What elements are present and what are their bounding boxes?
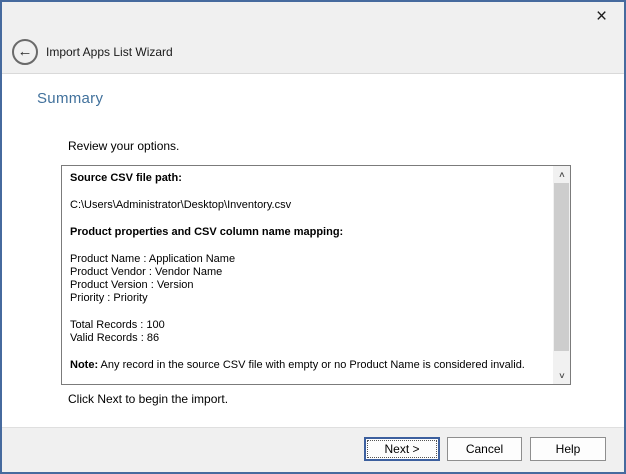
wizard-header: ← Import Apps List Wizard × bbox=[2, 2, 624, 74]
intro-text: Review your options. bbox=[68, 139, 179, 153]
close-button[interactable]: × bbox=[579, 2, 624, 30]
scroll-up-button[interactable]: ∧ bbox=[553, 166, 570, 183]
summary-line: Total Records : 100 bbox=[70, 319, 545, 332]
next-button[interactable]: Next > bbox=[364, 437, 440, 461]
summary-line: Source CSV file path: bbox=[70, 172, 545, 185]
summary-line: Product Vendor : Vendor Name bbox=[70, 266, 545, 279]
scrollbar-thumb[interactable] bbox=[554, 183, 569, 351]
help-button[interactable]: Help bbox=[530, 437, 606, 461]
close-icon: × bbox=[596, 7, 607, 26]
hint-text: Click Next to begin the import. bbox=[68, 392, 228, 406]
footer: Next > Cancel Help bbox=[2, 427, 624, 472]
summary-line: Product properties and CSV column name m… bbox=[70, 226, 545, 239]
window-title: Import Apps List Wizard bbox=[46, 45, 173, 59]
chevron-down-icon: ∨ bbox=[558, 372, 566, 380]
summary-line: C:\Users\Administrator\Desktop\Inventory… bbox=[70, 199, 545, 212]
summary-text: Source CSV file path: C:\Users\Administra… bbox=[62, 166, 553, 384]
summary-box: Source CSV file path: C:\Users\Administra… bbox=[61, 165, 571, 385]
wizard-dialog: ← Import Apps List Wizard × Summary Revi… bbox=[0, 0, 626, 474]
page-title: Summary bbox=[37, 90, 103, 107]
summary-line: Product Name : Application Name bbox=[70, 253, 545, 266]
back-button[interactable]: ← bbox=[12, 39, 38, 65]
summary-line: Product Version : Version bbox=[70, 279, 545, 292]
scroll-down-button[interactable]: ∨ bbox=[553, 367, 570, 384]
chevron-up-icon: ∧ bbox=[558, 171, 566, 179]
summary-line: Valid Records : 86 bbox=[70, 332, 545, 345]
summary-line: Note: Any record in the source CSV file … bbox=[70, 359, 545, 372]
summary-line: Priority : Priority bbox=[70, 292, 545, 305]
back-arrow-icon: ← bbox=[18, 44, 33, 59]
vertical-scrollbar[interactable]: ∧ ∨ bbox=[553, 166, 570, 384]
cancel-button[interactable]: Cancel bbox=[447, 437, 522, 461]
